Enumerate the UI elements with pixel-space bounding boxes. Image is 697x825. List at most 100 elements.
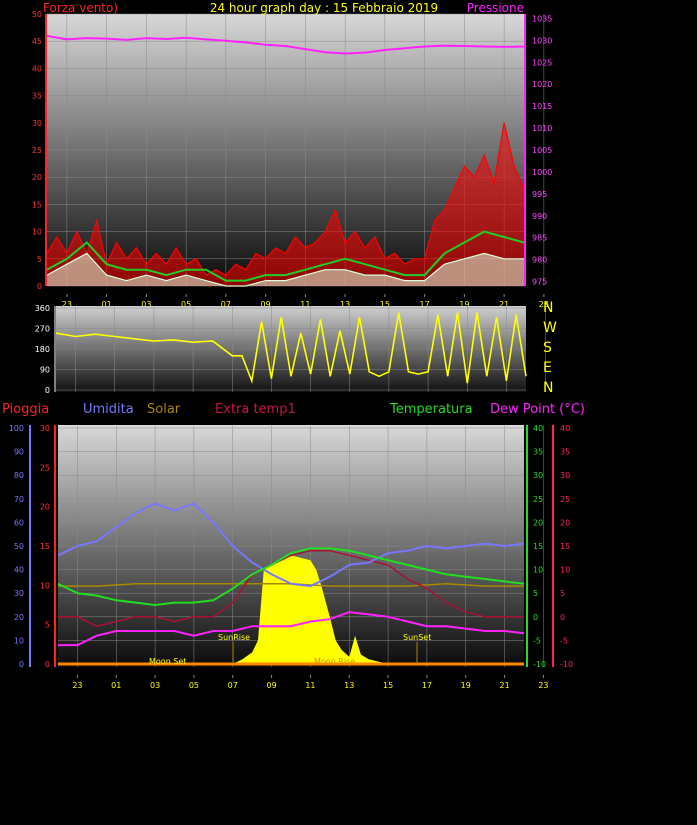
x-tick-label: 03 <box>150 681 160 690</box>
pressure-y-tick-label: 1005 <box>532 146 552 155</box>
dewpoint-y-tick-label: 20 <box>560 518 570 527</box>
wind-axis-title: Forza vento) <box>43 1 118 15</box>
dewpoint-y-tick-label: 35 <box>560 448 570 457</box>
compass-label-n-top: N <box>543 300 553 316</box>
pressure-y-tick-label: 1035 <box>532 14 552 23</box>
legend-pioggia: Pioggia <box>2 402 49 417</box>
temperature-y-tick-label: -5 <box>533 636 541 645</box>
dewpoint-y-tick-label: -5 <box>560 636 568 645</box>
wind-y-tick-label: 10 <box>32 228 42 237</box>
pressure-y-tick-label: 1010 <box>532 124 552 133</box>
humidity-y-tick-label: 100 <box>9 424 24 433</box>
rain-y-tick-label: 30 <box>40 424 50 433</box>
legend-temperatura: Temperatura <box>389 402 473 417</box>
moonrise-label: Moon Rise <box>314 657 355 666</box>
rain-y-tick-label: 15 <box>40 542 50 551</box>
x-tick-label: 19 <box>461 681 471 690</box>
graph-title: 24 hour graph day : 15 Febbraio 2019 <box>210 1 438 15</box>
dewpoint-y-tick-label: 0 <box>560 613 565 622</box>
humidity-y-tick-label: 30 <box>14 589 24 598</box>
humidity-y-tick-label: 60 <box>14 518 24 527</box>
pressure-y-tick-label: 1030 <box>532 36 552 45</box>
sunrise-label: SunRise <box>218 633 250 642</box>
dewpoint-y-tick-label: 15 <box>560 542 570 551</box>
wind-y-tick-label: 45 <box>32 37 42 46</box>
direction-y-tick-label: 0 <box>45 386 50 395</box>
x-tick-label: 23 <box>538 681 548 690</box>
pressure-y-tick-label: 1000 <box>532 168 552 177</box>
pressure-y-tick-label: 1015 <box>532 102 552 111</box>
direction-y-tick-label: 90 <box>40 366 50 375</box>
wind-y-tick-label: 5 <box>37 255 42 264</box>
legend-dewpoint: Dew Point (°C) <box>490 402 585 417</box>
dewpoint-y-tick-label: 40 <box>560 424 570 433</box>
temperature-y-tick-label: 0 <box>533 613 538 622</box>
pressure-y-tick-label: 995 <box>532 190 547 199</box>
dewpoint-y-tick-label: -10 <box>560 660 573 669</box>
x-tick-label: 13 <box>344 681 354 690</box>
legend-extra-temp: Extra temp1 <box>215 402 296 417</box>
rain-y-tick-label: 0 <box>45 660 50 669</box>
temperature-y-tick-label: 35 <box>533 448 543 457</box>
humidity-y-tick-label: 40 <box>14 566 24 575</box>
humidity-y-tick-label: 10 <box>14 636 24 645</box>
pressure-y-tick-label: 985 <box>532 234 547 243</box>
humidity-y-tick-label: 50 <box>14 542 24 551</box>
pressure-y-tick-label: 990 <box>532 212 547 221</box>
pressure-y-tick-label: 1025 <box>532 58 552 67</box>
x-tick-label: 11 <box>305 681 315 690</box>
pressure-axis-title: Pressione <box>467 1 524 15</box>
compass-label-n-bottom: N <box>543 380 553 396</box>
pressure-y-tick-label: 1020 <box>532 80 552 89</box>
wind-y-tick-label: 20 <box>32 173 42 182</box>
direction-y-tick-label: 180 <box>35 345 50 354</box>
wind-y-tick-label: 25 <box>32 146 42 155</box>
sunset-label: SunSet <box>403 633 431 642</box>
x-tick-label: 23 <box>72 681 82 690</box>
rain-y-tick-label: 5 <box>45 621 50 630</box>
rain-y-tick-label: 20 <box>40 503 50 512</box>
x-tick-label: 05 <box>189 681 199 690</box>
x-tick-label: 01 <box>111 681 121 690</box>
direction-panel-axes: 0 90 180 270 360 <box>35 304 56 395</box>
temperature-y-tick-label: 40 <box>533 424 543 433</box>
wind-y-tick-label: 35 <box>32 92 42 101</box>
x-tick-label: 15 <box>383 681 393 690</box>
rain-y-tick-label: 10 <box>40 581 50 590</box>
compass-label-s: S <box>543 340 552 356</box>
wind-y-tick-label: 40 <box>32 64 42 73</box>
weather-graph-canvas: 0510152025303540455097598098599099510001… <box>2 1 585 690</box>
temperature-y-tick-label: 20 <box>533 518 543 527</box>
wind-y-tick-label: 50 <box>32 10 42 19</box>
legend-umidita: Umidita <box>83 402 134 417</box>
direction-y-tick-label: 270 <box>35 325 50 334</box>
dewpoint-y-tick-label: 25 <box>560 495 570 504</box>
wind-y-tick-label: 30 <box>32 119 42 128</box>
humidity-y-tick-label: 0 <box>19 660 24 669</box>
direction-y-tick-label: 360 <box>35 304 50 313</box>
x-tick-label: 17 <box>422 681 432 690</box>
humidity-y-tick-label: 90 <box>14 448 24 457</box>
dewpoint-y-tick-label: 5 <box>560 589 565 598</box>
x-tick-label: 09 <box>266 681 276 690</box>
temperature-y-tick-label: 15 <box>533 542 543 551</box>
temperature-y-tick-label: -10 <box>533 660 546 669</box>
moonset-label: Moon Set <box>149 657 186 666</box>
dewpoint-y-tick-label: 10 <box>560 566 570 575</box>
dewpoint-y-tick-label: 30 <box>560 471 570 480</box>
wind-y-tick-label: 15 <box>32 200 42 209</box>
temperature-y-tick-label: 5 <box>533 589 538 598</box>
humidity-y-tick-label: 80 <box>14 471 24 480</box>
x-tick-label: 07 <box>228 681 238 690</box>
legend-solar: Solar <box>147 402 181 417</box>
compass-label-w: W <box>543 320 557 336</box>
wind-y-tick-label: 0 <box>37 282 42 291</box>
compass-label-e: E <box>543 360 552 376</box>
rain-y-tick-label: 25 <box>40 463 50 472</box>
temperature-y-tick-label: 25 <box>533 495 543 504</box>
humidity-y-tick-label: 20 <box>14 613 24 622</box>
humidity-y-tick-label: 70 <box>14 495 24 504</box>
x-tick-label: 21 <box>499 681 509 690</box>
temperature-y-tick-label: 10 <box>533 566 543 575</box>
temperature-y-tick-label: 30 <box>533 471 543 480</box>
